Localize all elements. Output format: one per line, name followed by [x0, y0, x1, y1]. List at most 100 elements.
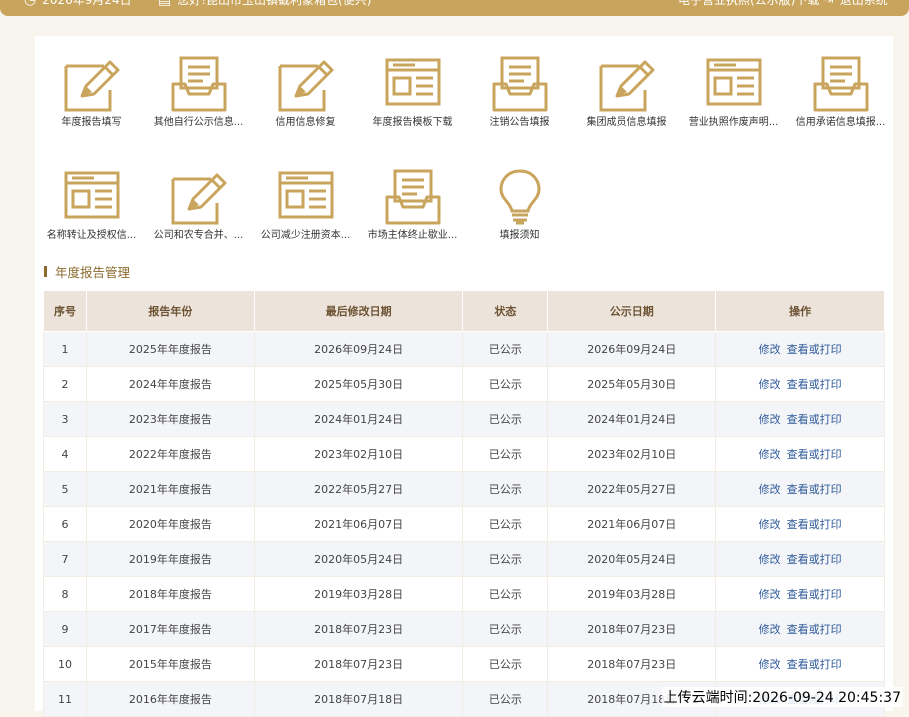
cell-published: 2025年05月30日	[547, 366, 717, 402]
date-display: ◷ 2026年9月24日	[24, 0, 132, 8]
cell-no: 4	[43, 436, 87, 472]
cell-actions: 修改查看或打印	[715, 331, 885, 367]
edit-link[interactable]: 修改	[759, 553, 781, 566]
view-print-link[interactable]: 查看或打印	[787, 483, 842, 496]
service-business-suspension[interactable]: 市场主体终止歇业...	[359, 149, 466, 249]
cell-published: 2026年09月24日	[547, 331, 717, 367]
main-panel: 年度报告填写 其他自行公示信息... 信用信息修复 年度报告模板下载 注销公告填…	[35, 36, 894, 717]
cell-status: 已公示	[462, 576, 549, 612]
cell-status: 已公示	[462, 646, 549, 682]
view-print-link[interactable]: 查看或打印	[787, 343, 842, 356]
cell-modified: 2020年05月24日	[253, 541, 464, 577]
edit-link[interactable]: 修改	[759, 518, 781, 531]
view-print-link[interactable]: 查看或打印	[787, 588, 842, 601]
table-row: 2 2024年年度报告 2025年05月30日 已公示 2025年05月30日 修改 查看或…	[43, 366, 885, 402]
cell-year: 2022年年度报告	[85, 436, 255, 472]
inbox-icon	[171, 56, 227, 112]
col-header-modified: 最后修改日期	[253, 290, 464, 332]
view-print-link[interactable]: 查看或打印	[787, 448, 842, 461]
cell-status: 已公示	[462, 366, 549, 402]
cell-year: 2019年年度报告	[85, 541, 255, 577]
cell-no: 2	[43, 366, 87, 402]
service-credit-repair[interactable]: 信用信息修复	[252, 36, 359, 136]
service-label: 集团成员信息填报	[586, 117, 667, 128]
cell-no: 11	[43, 681, 87, 717]
cell-published: 2022年05月27日	[547, 471, 717, 507]
cell-published: 2018年07月23日	[547, 646, 717, 682]
greeting-text: 您好!昆山市玉山镇截利蒙箱包(便兴)	[177, 0, 372, 7]
col-header-status: 状态	[462, 290, 549, 332]
license-download-label: 电子营业执照(公示版)下载	[678, 0, 820, 7]
cell-status: 已公示	[462, 471, 549, 507]
view-print-link[interactable]: 查看或打印	[787, 378, 842, 391]
view-print-link[interactable]: 查看或打印	[787, 413, 842, 426]
section-title-text: 年度报告管理	[55, 265, 131, 280]
cell-published: 2024年01月24日	[547, 401, 717, 437]
cell-no: 8	[43, 576, 87, 612]
service-name-transfer[interactable]: 名称转让及授权信...	[38, 149, 145, 249]
view-print-link[interactable]: 查看或打印	[787, 623, 842, 636]
service-other-disclosure[interactable]: 其他自行公示信息...	[145, 36, 252, 136]
edit-link[interactable]: 修改	[759, 413, 781, 426]
service-license-void[interactable]: 营业执照作废声明...	[680, 36, 787, 136]
cell-year: 2025年年度报告	[85, 331, 255, 367]
cell-actions: 修改查看或打印	[715, 436, 885, 472]
service-credit-commitment[interactable]: 信用承诺信息填报...	[787, 36, 894, 136]
edit-link[interactable]: 修改	[759, 448, 781, 461]
service-merger[interactable]: 公司和农专合并、...	[145, 149, 252, 249]
service-label: 注销公告填报	[489, 117, 550, 128]
service-group-member[interactable]: 集团成员信息填报	[573, 36, 680, 136]
logout-label: 退出系统	[839, 0, 888, 7]
user-greeting: ▤ 您好!昆山市玉山镇截利蒙箱包(便兴)	[158, 0, 371, 8]
cell-status: 已公示	[462, 331, 549, 367]
view-print-link[interactable]: 查看或打印	[787, 658, 842, 671]
edit-link[interactable]: 修改	[759, 588, 781, 601]
clock-icon: ◷	[24, 0, 36, 8]
inbox-icon	[385, 169, 441, 225]
date-text: 2026年9月24日	[42, 0, 132, 7]
view-print-link[interactable]: 查看或打印	[787, 553, 842, 566]
template-icon	[385, 56, 441, 112]
service-label: 年度报告填写	[61, 117, 122, 128]
edit-link[interactable]: 修改	[759, 378, 781, 391]
service-annual-report-fill[interactable]: 年度报告填写	[38, 36, 145, 136]
inbox-icon	[492, 56, 548, 112]
logout-button[interactable]: ⇥ 退出系统	[822, 0, 888, 8]
cell-status: 已公示	[462, 401, 549, 437]
cell-no: 7	[43, 541, 87, 577]
service-label: 名称转让及授权信...	[46, 230, 137, 241]
view-print-link[interactable]: 查看或打印	[787, 518, 842, 531]
table-row: 7 2019年年度报告 2020年05月24日 已公示 2020年05月24日 修改 查看或…	[43, 541, 885, 577]
cell-actions: 修改查看或打印	[715, 611, 885, 647]
col-header-actions: 操作	[715, 290, 885, 332]
cell-status: 已公示	[462, 436, 549, 472]
edit-link[interactable]: 修改	[759, 343, 781, 356]
pencil-icon	[599, 56, 655, 112]
service-label: 信用承诺信息填报...	[795, 117, 886, 128]
cell-no: 3	[43, 401, 87, 437]
cell-actions: 修改查看或打印	[715, 366, 885, 402]
edit-link[interactable]: 修改	[759, 623, 781, 636]
edit-link[interactable]: 修改	[759, 658, 781, 671]
service-filing-instructions[interactable]: 填报须知	[466, 149, 573, 249]
cell-modified: 2024年01月24日	[253, 401, 464, 437]
cell-modified: 2018年07月23日	[253, 611, 464, 647]
service-deregistration-notice[interactable]: 注销公告填报	[466, 36, 573, 136]
cell-year: 2020年年度报告	[85, 506, 255, 542]
service-label: 填报须知	[499, 230, 540, 241]
cell-status: 已公示	[462, 611, 549, 647]
license-download-link[interactable]: 电子营业执照(公示版)下载	[678, 0, 819, 8]
table-row: 10 2015年年度报告 2018年07月23日 已公示 2018年07月23日 修改 查看…	[43, 646, 885, 682]
cell-modified: 2026年09月24日	[253, 331, 464, 367]
service-label: 信用信息修复	[275, 117, 336, 128]
service-template-download[interactable]: 年度报告模板下载	[359, 36, 466, 136]
edit-link[interactable]: 修改	[759, 483, 781, 496]
cell-year: 2016年年度报告	[85, 681, 255, 717]
service-label: 公司和农专合并、...	[153, 230, 244, 241]
cell-no: 10	[43, 646, 87, 682]
service-capital-reduction[interactable]: 公司减少注册资本...	[252, 149, 359, 249]
service-label: 年度报告模板下载	[372, 117, 453, 128]
table-row: 1 2025年年度报告 2026年09月24日 已公示 2026年09月24日 修改 查看或…	[43, 331, 885, 367]
cell-actions: 修改查看或打印	[715, 506, 885, 542]
section-title: 年度报告管理	[44, 262, 130, 281]
